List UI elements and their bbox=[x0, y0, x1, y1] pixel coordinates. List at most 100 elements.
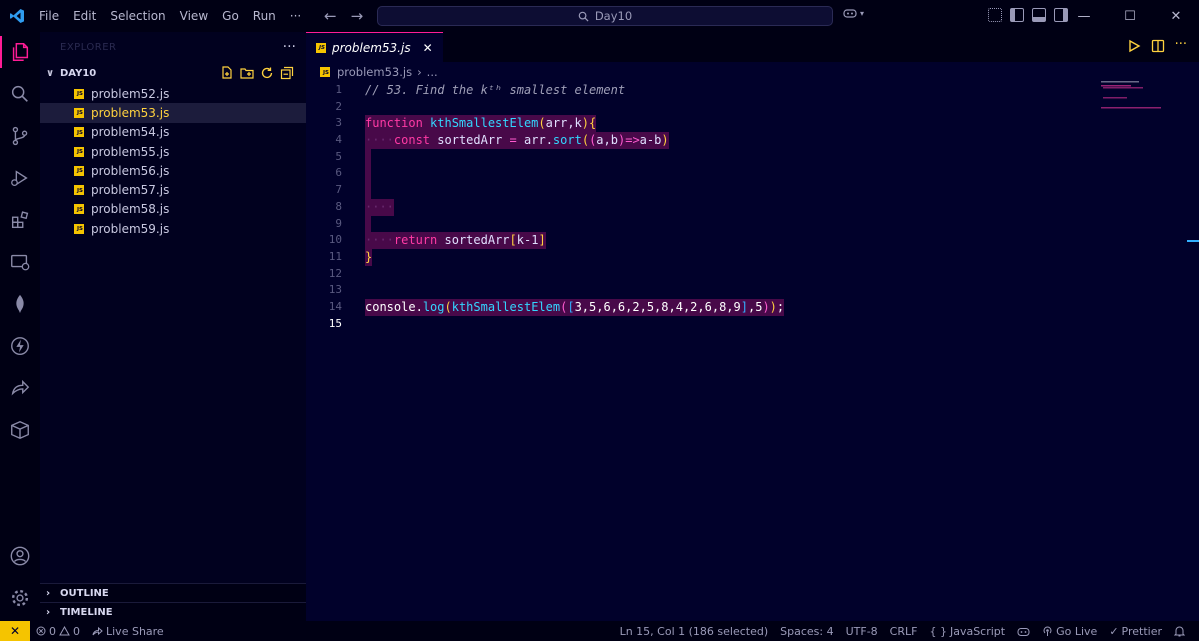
toggle-sidebar-icon[interactable] bbox=[1010, 8, 1024, 22]
menu-edit[interactable]: Edit bbox=[66, 0, 103, 32]
function-name: kthSmallestElem bbox=[430, 116, 539, 131]
file-name: problem56.js bbox=[91, 163, 170, 178]
line-number: 1 bbox=[335, 83, 342, 96]
activity-bar bbox=[0, 32, 40, 621]
folder-day10[interactable]: ∨ DAY10 bbox=[40, 62, 306, 84]
notifications-bell-icon[interactable] bbox=[1168, 625, 1191, 637]
live-share-icon[interactable] bbox=[0, 368, 40, 408]
menu-selection[interactable]: Selection bbox=[103, 0, 172, 32]
sidebar-panels: › OUTLINE › TIMELINE bbox=[40, 583, 306, 621]
customize-layout-icon[interactable] bbox=[988, 8, 1002, 22]
paren: ) bbox=[661, 133, 669, 148]
new-folder-icon[interactable] bbox=[240, 66, 254, 80]
end-of-line[interactable]: CRLF bbox=[884, 625, 924, 638]
paren: ) bbox=[769, 299, 777, 314]
maximize-icon[interactable]: ☐ bbox=[1107, 0, 1153, 32]
split-editor-icon[interactable] bbox=[1151, 39, 1165, 53]
copilot-button[interactable]: ▾ bbox=[843, 7, 864, 19]
file-item[interactable]: JS problem57.js bbox=[40, 180, 306, 199]
command-center-search[interactable]: Day10 bbox=[377, 6, 833, 26]
breadcrumb-file[interactable]: problem53.js bbox=[337, 65, 412, 79]
code-text: ····const sortedArr = arr.sort((a,b)=>a-… bbox=[365, 132, 669, 149]
line-number: 8 bbox=[335, 199, 342, 213]
problems-indicator[interactable]: 0 0 bbox=[30, 625, 86, 638]
search-icon[interactable] bbox=[0, 74, 40, 114]
file-name: problem59.js bbox=[91, 221, 170, 236]
cursor-position[interactable]: Ln 15, Col 1 (186 selected) bbox=[614, 625, 775, 638]
editor-more-button[interactable]: ··· bbox=[1175, 38, 1187, 53]
tab-problem53[interactable]: JS problem53.js ✕ bbox=[306, 32, 443, 62]
live-share-status[interactable]: Live Share bbox=[86, 625, 170, 638]
toggle-panel-icon[interactable] bbox=[1032, 8, 1046, 22]
file-item[interactable]: JS problem59.js bbox=[40, 219, 306, 238]
collapse-all-icon[interactable] bbox=[280, 66, 294, 80]
run-debug-icon[interactable] bbox=[0, 158, 40, 198]
js-file-icon: JS bbox=[74, 165, 84, 176]
remote-explorer-icon[interactable] bbox=[0, 242, 40, 282]
run-play-icon[interactable] bbox=[1127, 39, 1141, 53]
live-share-icon bbox=[92, 626, 103, 636]
extensions-icon[interactable] bbox=[0, 200, 40, 240]
mongodb-leaf-icon[interactable] bbox=[0, 284, 40, 324]
indent-guide bbox=[365, 182, 371, 199]
settings-gear-icon[interactable] bbox=[0, 578, 40, 618]
variable: sortedArr bbox=[444, 233, 510, 248]
breadcrumb-more[interactable]: ... bbox=[427, 65, 438, 79]
timeline-panel-header[interactable]: › TIMELINE bbox=[40, 602, 306, 621]
layout-controls bbox=[988, 8, 1068, 22]
explorer-icon[interactable] bbox=[0, 32, 40, 72]
menu-run[interactable]: Run bbox=[246, 0, 283, 32]
line-number: 9 bbox=[335, 216, 342, 230]
indentation[interactable]: Spaces: 4 bbox=[774, 625, 839, 638]
keyword: const bbox=[393, 133, 431, 148]
code-line: 12 bbox=[306, 266, 1199, 283]
copilot-status-icon[interactable] bbox=[1011, 626, 1036, 637]
account-icon[interactable] bbox=[0, 536, 40, 576]
timeline-label: TIMELINE bbox=[60, 606, 113, 618]
code-line: 1 // 53. Find the kᵗʰ smallest element bbox=[306, 82, 1199, 99]
line-number: 5 bbox=[335, 149, 342, 163]
window-controls: — ☐ ✕ bbox=[1061, 0, 1199, 32]
sidebar-more-button[interactable]: ··· bbox=[283, 39, 296, 55]
code-line: 7 bbox=[306, 182, 1199, 199]
close-icon[interactable]: ✕ bbox=[423, 41, 433, 55]
remote-indicator-icon[interactable]: ✕ bbox=[0, 621, 30, 641]
file-item[interactable]: JS problem52.js bbox=[40, 84, 306, 103]
minimap[interactable] bbox=[1101, 80, 1189, 120]
editor-actions: ··· bbox=[1127, 38, 1187, 53]
indent-guide bbox=[365, 165, 371, 183]
menu-view[interactable]: View bbox=[173, 0, 215, 32]
file-item[interactable]: JS problem54.js bbox=[40, 123, 306, 142]
file-item[interactable]: JS problem55.js bbox=[40, 142, 306, 161]
menu-file[interactable]: File bbox=[32, 0, 66, 32]
language-mode[interactable]: { } JavaScript bbox=[923, 625, 1011, 638]
code-editor[interactable]: 1// 53. Find the kᵗʰ smallest element 2 … bbox=[306, 82, 1199, 332]
code-line: 10 ····return sortedArr[k-1] bbox=[306, 232, 1199, 249]
forward-arrow-icon[interactable]: → bbox=[351, 7, 364, 25]
thunder-client-icon[interactable] bbox=[0, 326, 40, 366]
indent-guide bbox=[365, 215, 371, 233]
refresh-icon[interactable] bbox=[260, 66, 274, 80]
code-text: console.log(kthSmallestElem([3,5,6,6,2,5… bbox=[365, 298, 785, 316]
encoding[interactable]: UTF-8 bbox=[840, 625, 884, 638]
line-number: 2 bbox=[335, 99, 342, 113]
dot: . bbox=[545, 133, 553, 148]
code-line: 3 function kthSmallestElem(arr,k){ bbox=[306, 115, 1199, 133]
prettier-status[interactable]: ✓ Prettier bbox=[1103, 625, 1168, 638]
package-box-icon[interactable] bbox=[0, 410, 40, 450]
menu-go[interactable]: Go bbox=[215, 0, 246, 32]
minimize-icon[interactable]: — bbox=[1061, 0, 1107, 32]
go-live-button[interactable]: Go Live bbox=[1036, 625, 1103, 638]
editor-tabs: JS problem53.js ✕ ··· bbox=[306, 32, 1199, 62]
indent-guide bbox=[365, 148, 371, 166]
menu-more[interactable]: ··· bbox=[283, 0, 308, 32]
close-window-icon[interactable]: ✕ bbox=[1153, 0, 1199, 32]
line-number: 4 bbox=[335, 133, 342, 147]
file-item-active[interactable]: JS problem53.js bbox=[40, 103, 306, 123]
source-control-icon[interactable] bbox=[0, 116, 40, 156]
file-item[interactable]: JS problem58.js bbox=[40, 200, 306, 219]
new-file-icon[interactable] bbox=[220, 66, 234, 80]
file-item[interactable]: JS problem56.js bbox=[40, 161, 306, 180]
outline-panel-header[interactable]: › OUTLINE bbox=[40, 583, 306, 602]
back-arrow-icon[interactable]: ← bbox=[324, 7, 337, 25]
